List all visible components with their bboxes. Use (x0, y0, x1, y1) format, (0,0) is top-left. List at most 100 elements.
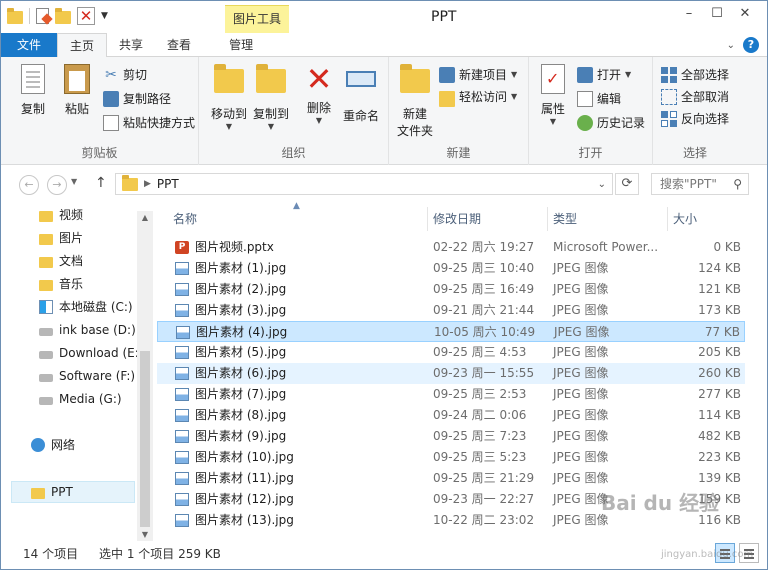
file-row[interactable]: 图片素材 (4).jpg 10-05 周六 10:49 JPEG 图像 77 KB (157, 321, 745, 342)
forward-button[interactable]: → (47, 175, 67, 195)
tab-file[interactable]: 文件 (1, 33, 58, 57)
image-file-icon (175, 430, 189, 443)
window-title: PPT (431, 9, 457, 25)
customize-dropdown-icon[interactable]: ▼ (101, 11, 108, 21)
nav-item-current-folder[interactable] (11, 481, 135, 503)
file-type: JPEG 图像 (553, 303, 609, 317)
file-row[interactable]: 图片素材 (5).jpg 09-25 周三 4:53 JPEG 图像 205 KB (157, 342, 745, 363)
file-row[interactable]: 图片素材 (8).jpg 09-24 周二 0:06 JPEG 图像 114 KB (157, 405, 745, 426)
search-input[interactable]: 搜索"PPT" ⚲ (651, 173, 749, 195)
invert-selection-button[interactable]: 反向选择 (661, 109, 729, 129)
file-date: 10-05 周六 10:49 (434, 325, 536, 339)
new-item-button[interactable]: 新建项目 ▼ (439, 65, 517, 85)
tab-home[interactable]: 主页 (57, 33, 108, 58)
file-row[interactable]: 图片素材 (3).jpg 09-21 周六 21:44 JPEG 图像 173 KB (157, 300, 745, 321)
nav-item-network[interactable]: 网络 (31, 435, 75, 455)
copy-path-button[interactable]: 复制路径 (103, 89, 171, 109)
cut-button[interactable]: ✂ 剪切 (103, 65, 147, 85)
delete-icon[interactable]: ✕ (77, 7, 95, 25)
address-row: ← → ▼ ↑ ▶ PPT ⌄ ⟳ 搜索"PPT" ⚲ (1, 169, 767, 199)
properties-button[interactable]: 属性 ▼ (531, 63, 575, 126)
open-group: 属性 ▼ 打开 ▼ 编辑 历史记录 打开 (529, 57, 653, 165)
collapse-ribbon-icon[interactable]: ⌄ (727, 40, 735, 51)
history-button[interactable]: 历史记录 (577, 113, 645, 133)
tabs-right-controls: ⌄ ? (727, 37, 759, 53)
file-row[interactable]: 图片素材 (2).jpg 09-25 周三 16:49 JPEG 图像 121 KB (157, 279, 745, 300)
paste-shortcut-button[interactable]: 粘贴快捷方式 (103, 113, 195, 133)
scrollbar-thumb[interactable] (140, 351, 150, 527)
file-type: JPEG 图像 (553, 450, 609, 464)
chevron-down-icon: ▼ (625, 70, 632, 79)
column-header-date[interactable]: 修改日期 (433, 207, 481, 231)
file-row[interactable]: 图片素材 (9).jpg 09-25 周三 7:23 JPEG 图像 482 KB (157, 426, 745, 447)
help-icon[interactable]: ? (743, 37, 759, 53)
nav-item-drive-d[interactable]: ink base (D:) (39, 320, 136, 340)
folder-icon (122, 174, 138, 191)
rename-button[interactable]: 重命名 (339, 63, 383, 124)
file-date: 09-23 周一 22:27 (433, 492, 535, 506)
file-date: 10-22 周二 23:02 (433, 513, 535, 527)
chevron-down-icon: ▼ (511, 92, 518, 101)
file-row[interactable]: 图片素材 (6).jpg 09-23 周一 15:55 JPEG 图像 260 KB (157, 363, 745, 384)
column-header-type[interactable]: 类型 (553, 207, 577, 231)
properties-icon[interactable] (36, 8, 49, 24)
nav-item-pictures[interactable]: 图片 (39, 228, 83, 248)
file-row[interactable]: 图片素材 (11).jpg 09-25 周三 21:29 JPEG 图像 139 KB (157, 468, 745, 489)
move-to-button[interactable]: 移动到 ▼ (207, 63, 251, 131)
quick-access-toolbar: ✕ ▼ (7, 7, 108, 25)
edit-label: 编辑 (597, 92, 622, 106)
nav-item-documents[interactable]: 文档 (39, 251, 83, 271)
title-bar: ✕ ▼ 图片工具 PPT – ☐ ✕ (1, 1, 767, 33)
column-header-name[interactable]: 名称 (173, 207, 197, 231)
file-row[interactable]: 图片素材 (1).jpg 09-25 周三 10:40 JPEG 图像 124 KB (157, 258, 745, 279)
tab-view[interactable]: 查看 (155, 33, 203, 57)
address-dropdown-icon[interactable]: ⌄ (598, 179, 606, 190)
easy-access-icon (439, 90, 455, 107)
column-header-size[interactable]: 大小 (673, 207, 697, 231)
nav-item-music[interactable]: 音乐 (39, 274, 83, 294)
nav-item-drive-g[interactable]: Media (G:) (39, 389, 122, 409)
nav-item-videos[interactable]: 视频 (39, 205, 83, 225)
open-button[interactable]: 打开 ▼ (577, 65, 631, 85)
copy-button[interactable]: 复制 (11, 63, 55, 117)
file-row[interactable]: 图片素材 (10).jpg 09-25 周三 5:23 JPEG 图像 223 KB (157, 447, 745, 468)
paste-button[interactable]: 粘贴 (55, 63, 99, 117)
nav-item-drive-e[interactable]: Download (E: (39, 343, 139, 363)
nav-scrollbar[interactable]: ▲ ▼ (137, 211, 153, 541)
minimize-button[interactable]: – (675, 3, 703, 23)
breadcrumb-path[interactable]: PPT (157, 177, 179, 191)
recent-locations-dropdown-icon[interactable]: ▼ (71, 177, 77, 186)
back-button[interactable]: ← (19, 175, 39, 195)
scroll-down-icon[interactable]: ▼ (137, 530, 153, 539)
tab-share[interactable]: 共享 (107, 33, 155, 57)
powerpoint-file-icon: P (175, 241, 189, 254)
new-folder-button[interactable]: 新建 文件夹 (395, 63, 435, 139)
select-all-button[interactable]: 全部选择 (661, 65, 729, 85)
organize-group-label: 组织 (281, 146, 306, 160)
delete-button[interactable]: ✕ 删除 ▼ (297, 63, 341, 125)
refresh-button[interactable]: ⟳ (615, 173, 639, 195)
close-button[interactable]: ✕ (731, 3, 759, 23)
maximize-button[interactable]: ☐ (703, 3, 731, 23)
invert-selection-icon (661, 111, 677, 127)
nav-item-ppt[interactable]: PPT (31, 482, 73, 502)
file-date: 09-25 周三 7:23 (433, 429, 527, 443)
nav-item-drive-c[interactable]: 本地磁盘 (C:) (39, 297, 133, 317)
scroll-up-icon[interactable]: ▲ (137, 213, 153, 222)
search-icon[interactable]: ⚲ (733, 174, 742, 194)
folder-icon (31, 487, 45, 499)
edit-button[interactable]: 编辑 (577, 89, 621, 109)
file-date: 09-25 周三 16:49 (433, 282, 535, 296)
file-row[interactable]: 图片素材 (7).jpg 09-25 周三 2:53 JPEG 图像 277 KB (157, 384, 745, 405)
tab-manage[interactable]: 管理 (217, 33, 265, 57)
easy-access-button[interactable]: 轻松访问 ▼ (439, 87, 517, 107)
new-item-icon (439, 67, 455, 83)
file-row[interactable]: P 图片视频.pptx 02-22 周六 19:27 Microsoft Power.… (157, 237, 745, 258)
move-to-label: 移动到 (210, 107, 247, 121)
copy-to-button[interactable]: 复制到 ▼ (249, 63, 293, 131)
select-none-button[interactable]: 全部取消 (661, 87, 729, 107)
up-arrow-icon[interactable]: ↑ (95, 175, 107, 191)
address-bar[interactable]: ▶ PPT ⌄ (115, 173, 613, 195)
nav-item-drive-f[interactable]: Software (F:) (39, 366, 135, 386)
new-folder-icon[interactable] (55, 7, 71, 24)
